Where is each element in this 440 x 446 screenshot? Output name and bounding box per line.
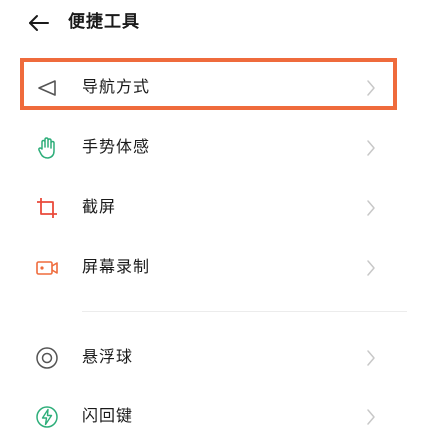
list-item-label: 闪回键 bbox=[82, 406, 134, 425]
list-item-screenshot[interactable]: 截屏 bbox=[0, 177, 440, 237]
floating-ball-icon bbox=[36, 347, 58, 369]
chevron-right-icon bbox=[367, 200, 375, 216]
list-item-label: 悬浮球 bbox=[82, 347, 134, 366]
chevron-right-icon bbox=[367, 140, 375, 156]
page-title: 便捷工具 bbox=[68, 12, 140, 32]
crop-icon bbox=[37, 198, 57, 218]
list-item-screen-recording[interactable]: 屏幕录制 bbox=[0, 237, 440, 297]
hand-gesture-icon bbox=[38, 137, 55, 159]
chevron-right-icon bbox=[367, 350, 375, 366]
section-divider bbox=[82, 311, 407, 312]
list-item-flashback-key[interactable]: 闪回键 bbox=[0, 386, 440, 446]
lightning-icon bbox=[36, 406, 58, 428]
list-item-gesture-motion[interactable]: 手势体感 bbox=[0, 117, 440, 177]
list-item-label: 屏幕录制 bbox=[82, 257, 151, 276]
chevron-right-icon bbox=[367, 80, 375, 96]
list-item-floating-ball[interactable]: 悬浮球 bbox=[0, 327, 440, 387]
chevron-right-icon bbox=[367, 260, 375, 276]
list-item-label: 导航方式 bbox=[82, 77, 151, 96]
chevron-right-icon bbox=[367, 409, 375, 425]
header-bar: 便捷工具 bbox=[0, 0, 440, 50]
list-item-label: 手势体感 bbox=[82, 137, 151, 156]
video-camera-icon bbox=[36, 261, 58, 275]
navigation-triangle-icon bbox=[38, 80, 56, 96]
arrow-left-icon[interactable] bbox=[26, 10, 52, 36]
list-item-navigation-mode[interactable]: 导航方式 bbox=[0, 57, 440, 117]
list-item-label: 截屏 bbox=[82, 197, 117, 216]
